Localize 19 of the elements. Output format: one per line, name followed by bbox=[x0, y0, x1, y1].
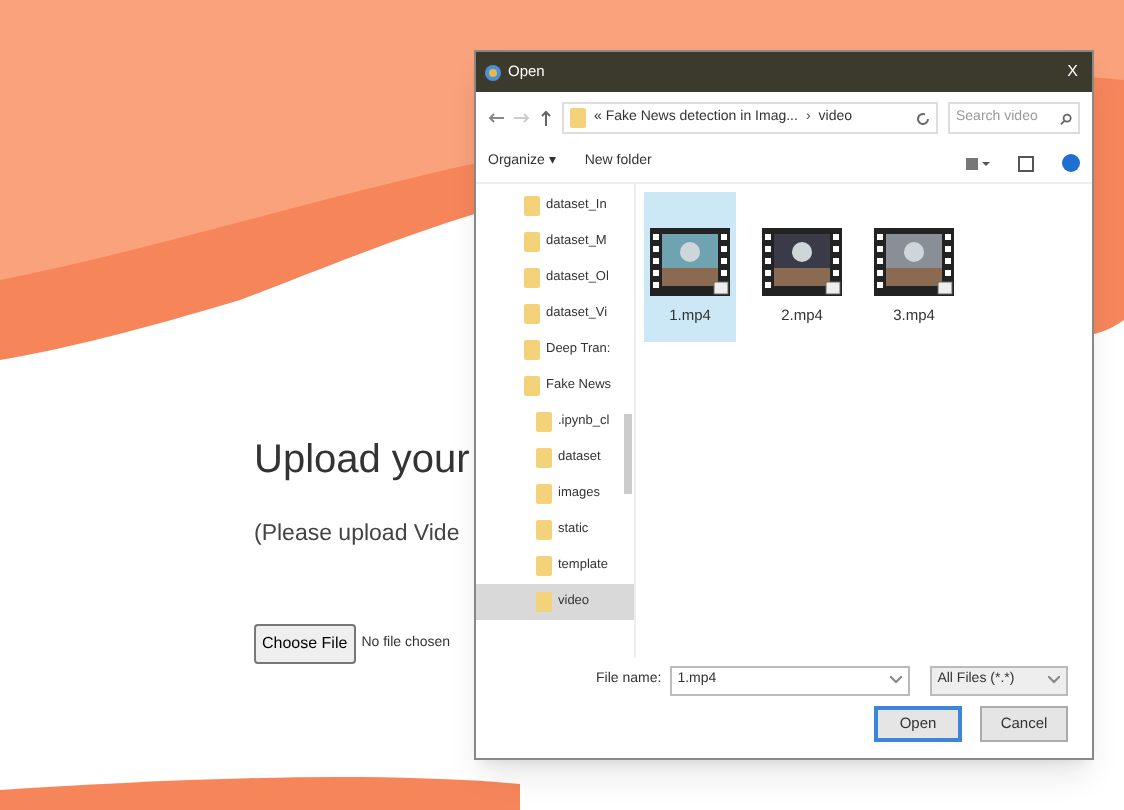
video-thumbnail-icon bbox=[762, 228, 842, 296]
app-icon bbox=[484, 63, 502, 81]
page-subheading: (Please upload Vide bbox=[254, 520, 462, 550]
video-thumbnail-icon bbox=[650, 228, 730, 296]
view-options-icon[interactable] bbox=[966, 155, 990, 171]
video-thumbnail-icon bbox=[874, 228, 954, 296]
preview-pane-icon[interactable] bbox=[1018, 155, 1034, 171]
scrollbar-thumb[interactable] bbox=[624, 414, 632, 494]
folder-icon bbox=[570, 108, 586, 128]
close-button[interactable]: X bbox=[1061, 60, 1084, 84]
refresh-icon[interactable] bbox=[916, 111, 930, 125]
help-icon[interactable] bbox=[1062, 154, 1080, 172]
page-heading: Upload your bbox=[254, 436, 470, 486]
search-icon bbox=[1059, 111, 1072, 125]
choose-file-button[interactable]: Choose File bbox=[254, 624, 356, 665]
up-arrow-icon[interactable] bbox=[540, 110, 552, 126]
back-arrow-icon[interactable] bbox=[488, 112, 504, 124]
dropdown-caret-icon bbox=[889, 676, 902, 684]
dropdown-caret-icon bbox=[1048, 676, 1060, 684]
